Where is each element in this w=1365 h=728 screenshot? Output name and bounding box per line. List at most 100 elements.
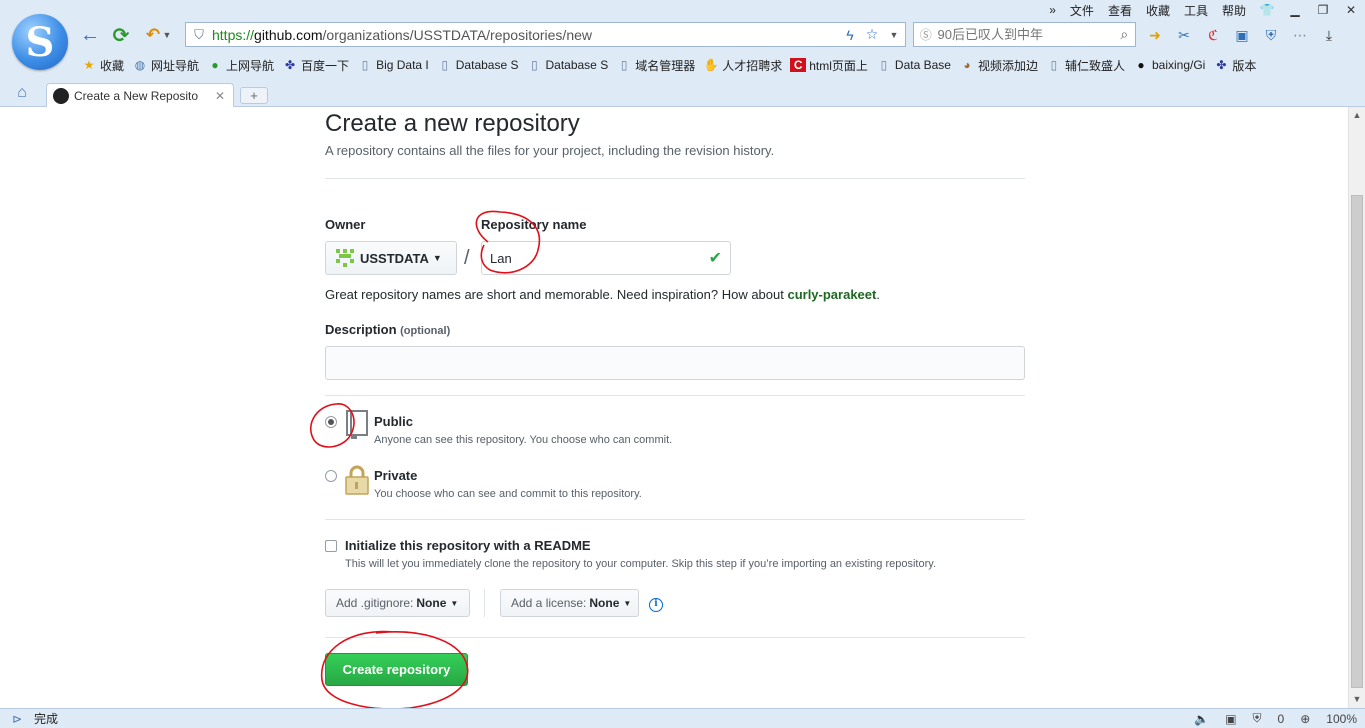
private-radio[interactable] xyxy=(325,470,337,482)
search-input[interactable] xyxy=(937,27,1114,42)
login-icon[interactable]: ➜ xyxy=(1144,24,1166,46)
menu-help[interactable]: 帮助 xyxy=(1215,2,1253,19)
security-shield-icon: ⛉ xyxy=(194,26,204,42)
zoom-icon[interactable]: ⊕ xyxy=(1292,712,1318,726)
ad-block-icon[interactable]: ⛨ xyxy=(1245,711,1270,726)
translate-icon[interactable]: ℭ xyxy=(1202,24,1224,46)
browser-chrome: S » 文件 查看 收藏 工具 帮助 👕 ▁ ❐ ✕ ← ⟳ ↶ ▼ ⛉ htt… xyxy=(0,0,1365,107)
restore-icon[interactable]: ❐ xyxy=(1309,3,1337,17)
address-url[interactable]: https://github.com/organizations/USSTDAT… xyxy=(212,27,839,43)
bookmark-item[interactable]: ▯ Data Base xyxy=(873,58,956,72)
scroll-down-icon[interactable]: ▼ xyxy=(1349,691,1365,708)
close-icon[interactable]: ✕ xyxy=(1337,3,1365,17)
bookmark-label: 百度一下 xyxy=(301,58,350,73)
menu-more-icon[interactable]: » xyxy=(1042,3,1063,17)
lightning-icon[interactable]: ϟ xyxy=(839,27,861,43)
shield-icon[interactable]: ⛨ xyxy=(1260,24,1282,46)
hand-icon: ✋ xyxy=(703,58,719,72)
minimize-icon[interactable]: ▁ xyxy=(1281,3,1309,17)
owner-select[interactable]: USSTDATA ▼ xyxy=(325,241,457,275)
zoom-level[interactable]: 100% xyxy=(1318,712,1365,726)
screen-capture-icon[interactable]: ▣ xyxy=(1217,712,1244,726)
undo-dropdown-icon[interactable]: ▼ xyxy=(160,22,174,48)
bookmark-label: 视频添加边 xyxy=(977,58,1038,73)
bookmark-item[interactable]: ▯ Big Data I xyxy=(354,58,434,72)
info-icon[interactable]: i xyxy=(649,598,663,612)
description-input[interactable] xyxy=(326,347,1024,379)
bookmark-label: Database S xyxy=(455,58,519,72)
readme-checkbox[interactable] xyxy=(325,540,337,552)
page-icon: ▯ xyxy=(1050,58,1058,72)
download-icon[interactable]: ⤓ xyxy=(1318,24,1340,46)
star-icon[interactable]: ☆ xyxy=(861,26,883,43)
mute-icon[interactable]: 🔈 xyxy=(1186,712,1217,726)
menu-bar: » 文件 查看 收藏 工具 帮助 👕 ▁ ❐ ✕ xyxy=(1042,0,1365,20)
bookmark-label: 辅仁致盛人 xyxy=(1064,58,1125,73)
bookmark-label: baixing/Gi xyxy=(1151,58,1206,72)
gitignore-select[interactable]: Add .gitignore: None ▼ xyxy=(325,589,470,617)
license-select[interactable]: Add a license: None ▼ xyxy=(500,589,639,617)
bookmark-item[interactable]: ◍ 网址导航 xyxy=(129,57,204,74)
bookmark-item[interactable]: ✋ 人才招聘求 xyxy=(700,57,787,74)
license-value: None xyxy=(589,596,620,610)
scroll-thumb[interactable] xyxy=(1351,195,1363,688)
owner-avatar xyxy=(336,249,354,267)
gitignore-label: Add .gitignore: xyxy=(336,596,414,610)
search-engine-icon[interactable]: Ⓢ xyxy=(914,26,937,43)
repo-name-input[interactable] xyxy=(490,250,709,266)
bookmark-item[interactable]: ✤ 版本 xyxy=(1210,57,1261,74)
skin-icon[interactable]: 👕 xyxy=(1253,3,1281,17)
menu-tools[interactable]: 工具 xyxy=(1177,2,1215,19)
bookmark-item[interactable]: ▯ Database S xyxy=(434,58,524,72)
bookmark-label: 上网导航 xyxy=(226,58,275,73)
description-label-text: Description xyxy=(325,322,397,337)
menu-favorites[interactable]: 收藏 xyxy=(1139,2,1177,19)
refresh-icon[interactable]: ⟳ xyxy=(108,22,134,48)
chevron-down-icon: ▼ xyxy=(623,598,632,608)
new-tab-button[interactable]: + xyxy=(240,87,268,104)
screen-icon[interactable]: ▣ xyxy=(1231,24,1253,46)
bookmark-item[interactable]: ★ 收藏 xyxy=(78,57,129,74)
back-icon[interactable]: ← xyxy=(77,22,103,48)
repo-name-field[interactable]: ✔ xyxy=(481,241,731,275)
bookmark-item[interactable]: ◕ 视频添加边 xyxy=(956,57,1043,74)
create-repository-button[interactable]: Create repository xyxy=(325,653,468,686)
search-box[interactable]: Ⓢ ⌕ xyxy=(913,22,1136,47)
page-title: Create a new repository xyxy=(325,110,580,137)
bookmark-label: 域名管理器 xyxy=(635,58,696,73)
vertical-scrollbar[interactable]: ▲ ▼ xyxy=(1348,107,1365,708)
more-icon[interactable]: ⋯ xyxy=(1289,24,1311,46)
search-icon[interactable]: ⌕ xyxy=(1113,26,1135,43)
bookmark-item[interactable]: Chtml页面上 xyxy=(787,57,873,74)
home-icon[interactable]: ⌂ xyxy=(10,84,34,104)
description-field[interactable] xyxy=(325,346,1025,380)
bookmark-item[interactable]: ▯ Database S xyxy=(523,58,613,72)
public-radio[interactable] xyxy=(325,416,337,428)
owner-repo-separator: / xyxy=(464,247,470,269)
github-icon xyxy=(53,87,69,104)
menu-view[interactable]: 查看 xyxy=(1101,2,1139,19)
scroll-up-icon[interactable]: ▲ xyxy=(1349,107,1365,124)
name-suggestion[interactable]: curly-parakeet xyxy=(787,287,876,302)
bookmark-item[interactable]: ● baixing/Gi xyxy=(1130,58,1210,72)
divider xyxy=(325,519,1025,520)
readme-title[interactable]: Initialize this repository with a README xyxy=(345,538,591,553)
bookmark-item[interactable]: ▯ 辅仁致盛人 xyxy=(1043,57,1130,74)
page-subtitle: A repository contains all the files for … xyxy=(325,143,775,158)
url-path: /organizations/USSTDATA/repositories/new xyxy=(322,26,592,43)
url-dropdown-icon[interactable]: ▼ xyxy=(883,30,905,40)
status-text: 完成 xyxy=(34,712,59,726)
tab-create-repository[interactable]: Create a New Reposito ✕ xyxy=(46,83,234,107)
bookmark-item[interactable]: ● 上网导航 xyxy=(204,57,279,74)
divider xyxy=(325,395,1025,396)
divider xyxy=(484,589,485,617)
menu-file[interactable]: 文件 xyxy=(1063,2,1101,19)
bookmark-label: Big Data I xyxy=(376,58,429,72)
tab-close-icon[interactable]: ✕ xyxy=(213,89,227,103)
address-bar[interactable]: ⛉ https://github.com/organizations/USSTD… xyxy=(185,22,906,47)
sidebar-toggle-icon[interactable]: ⊳ xyxy=(0,712,34,726)
bookmark-item[interactable]: ▯ 域名管理器 xyxy=(613,57,700,74)
bookmark-item[interactable]: ✤ 百度一下 xyxy=(279,57,354,74)
license-label: Add a license: xyxy=(511,596,587,610)
scissors-icon[interactable]: ✂ xyxy=(1173,24,1195,46)
